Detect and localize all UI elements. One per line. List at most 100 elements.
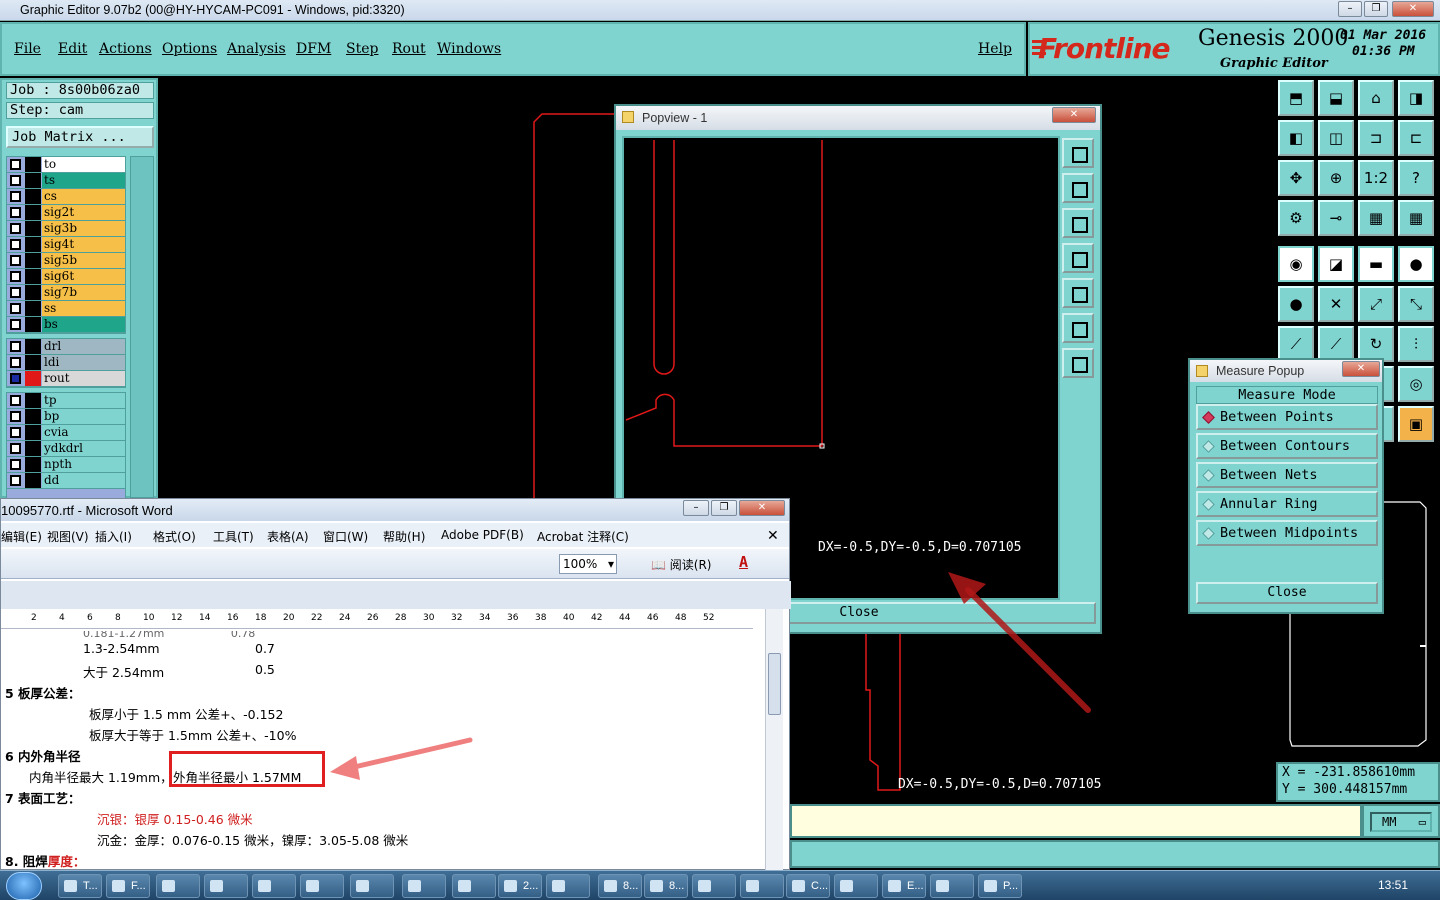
toolbar-button-20[interactable]: ● [1398, 246, 1434, 282]
taskbar-item[interactable]: 2... [498, 874, 542, 898]
toolbar-button-12[interactable]: ? [1398, 160, 1434, 196]
units-select[interactable]: MM ▭ [1370, 812, 1432, 832]
taskbar-item[interactable]: F... [106, 874, 150, 898]
menu-help[interactable]: Help [978, 41, 1012, 57]
popview-tool-5[interactable] [1062, 278, 1094, 308]
layer-color-swatch[interactable] [25, 339, 41, 354]
layer-row-sig6t[interactable]: sig6t [7, 269, 125, 285]
menu-file[interactable]: File [14, 41, 41, 57]
taskbar-item[interactable] [300, 874, 344, 898]
taskbar-item[interactable]: 8... [598, 874, 642, 898]
layer-checkbox[interactable] [10, 159, 21, 170]
layer-row-sig5b[interactable]: sig5b [7, 253, 125, 269]
layer-checkbox[interactable] [10, 411, 21, 422]
taskbar-item[interactable] [930, 874, 974, 898]
word-document-body[interactable]: 0.181-1.27mm 0.78 1.3-2.54mm 0.7 大于 2.54… [1, 631, 753, 871]
toolbar-button-15[interactable]: ▦ [1358, 200, 1394, 236]
layer-color-swatch[interactable] [25, 473, 41, 488]
layer-checkbox[interactable] [10, 475, 21, 486]
layer-color-swatch[interactable] [25, 409, 41, 424]
toolbar-button-6[interactable]: ◫ [1318, 120, 1354, 156]
maximize-button[interactable]: ❐ [1364, 1, 1388, 17]
popview-tool-7[interactable] [1062, 348, 1094, 378]
toolbar-button-23[interactable]: ⤢ [1358, 286, 1394, 322]
close-window-button[interactable]: ✕ [1392, 1, 1434, 17]
layer-checkbox[interactable] [10, 459, 21, 470]
taskbar-item[interactable]: 8... [644, 874, 688, 898]
toolbar-button-4[interactable]: ◨ [1398, 80, 1434, 116]
taskbar-item[interactable]: P... [978, 874, 1022, 898]
word-close-button[interactable]: ✕ [739, 500, 785, 516]
layer-row-drl[interactable]: drl [7, 339, 125, 355]
layer-checkbox[interactable] [10, 175, 21, 186]
word-menu-item[interactable]: 工具(T) [213, 528, 254, 545]
toolbar-button-22[interactable]: ✕ [1318, 286, 1354, 322]
menu-windows[interactable]: Windows [437, 41, 501, 57]
layer-color-swatch[interactable] [25, 301, 41, 316]
job-matrix-button[interactable]: Job Matrix ... [6, 126, 154, 148]
layer-row-sig7b[interactable]: sig7b [7, 285, 125, 301]
layer-row-dd[interactable]: dd [7, 473, 125, 489]
taskbar-item[interactable] [740, 874, 784, 898]
menu-analysis[interactable]: Analysis [227, 41, 286, 57]
word-menu-item[interactable]: 插入(I) [95, 528, 132, 545]
layer-color-swatch[interactable] [25, 237, 41, 252]
layer-checkbox[interactable] [10, 255, 21, 266]
toolbar-button-26[interactable]: ⟋ [1318, 326, 1354, 362]
popview-tool-6[interactable] [1062, 313, 1094, 343]
popview-tool-3[interactable] [1062, 208, 1094, 238]
layer-row-sig2t[interactable]: sig2t [7, 205, 125, 221]
word-minimize-button[interactable]: – [683, 500, 709, 516]
popview-tool-2[interactable] [1062, 173, 1094, 203]
layer-row-to[interactable]: to [7, 157, 125, 173]
layer-row-cvia[interactable]: cvia [7, 425, 125, 441]
layer-color-swatch[interactable] [25, 355, 41, 370]
option-annular-ring[interactable]: Annular Ring [1196, 491, 1378, 517]
layer-checkbox[interactable] [10, 357, 21, 368]
toolbar-button-2[interactable]: ⬓ [1318, 80, 1354, 116]
layer-color-swatch[interactable] [25, 441, 41, 456]
word-doc-close-icon[interactable]: ✕ [767, 528, 779, 544]
taskbar-item[interactable] [252, 874, 296, 898]
start-button[interactable] [6, 872, 42, 900]
taskbar-item[interactable] [402, 874, 446, 898]
option-between-nets[interactable]: Between Nets [1196, 462, 1378, 488]
layer-checkbox[interactable] [10, 319, 21, 330]
toolbar-button-19[interactable]: ▬ [1358, 246, 1394, 282]
layer-row-sig3b[interactable]: sig3b [7, 221, 125, 237]
option-between-midpoints[interactable]: Between Midpoints [1196, 520, 1378, 546]
toolbar-button-11[interactable]: 1:2 [1358, 160, 1394, 196]
layer-row-ydkdrl[interactable]: ydkdrl [7, 441, 125, 457]
layer-checkbox[interactable] [10, 427, 21, 438]
measure-close-icon[interactable]: ✕ [1342, 361, 1380, 377]
taskbar-item[interactable]: C... [786, 874, 830, 898]
layer-scrollbar[interactable] [130, 156, 154, 498]
reading-mode-button[interactable]: 📖 阅读(R) [651, 556, 711, 573]
popview-tool-1[interactable] [1062, 138, 1094, 168]
layer-checkbox[interactable] [10, 271, 21, 282]
layer-row-rout[interactable]: rout [7, 371, 125, 387]
layer-color-swatch[interactable] [25, 393, 41, 408]
word-vertical-scrollbar[interactable] [765, 609, 783, 871]
menu-rout[interactable]: Rout [392, 41, 426, 57]
layer-color-swatch[interactable] [25, 371, 41, 386]
word-menu-item[interactable]: 编辑(E) [1, 528, 42, 545]
layer-checkbox[interactable] [10, 191, 21, 202]
layer-checkbox[interactable] [10, 287, 21, 298]
word-menu-item[interactable]: 帮助(H) [383, 528, 425, 545]
taskbar-item[interactable] [350, 874, 394, 898]
toolbar-button-5[interactable]: ◧ [1278, 120, 1314, 156]
taskbar-item[interactable] [156, 874, 200, 898]
popview-close-icon[interactable]: ✕ [1052, 107, 1096, 123]
layer-checkbox[interactable] [10, 207, 21, 218]
toolbar-button-32[interactable]: ◎ [1398, 366, 1434, 402]
taskbar-item[interactable]: T... [58, 874, 102, 898]
layer-row-cs[interactable]: cs [7, 189, 125, 205]
toolbar-button-18[interactable]: ◪ [1318, 246, 1354, 282]
layer-row-sig4t[interactable]: sig4t [7, 237, 125, 253]
toolbar-button-25[interactable]: ⟋ [1278, 326, 1314, 362]
measure-close-button[interactable]: Close [1196, 582, 1378, 604]
layer-color-swatch[interactable] [25, 425, 41, 440]
layer-checkbox[interactable] [10, 341, 21, 352]
minimize-button[interactable]: – [1338, 1, 1362, 17]
